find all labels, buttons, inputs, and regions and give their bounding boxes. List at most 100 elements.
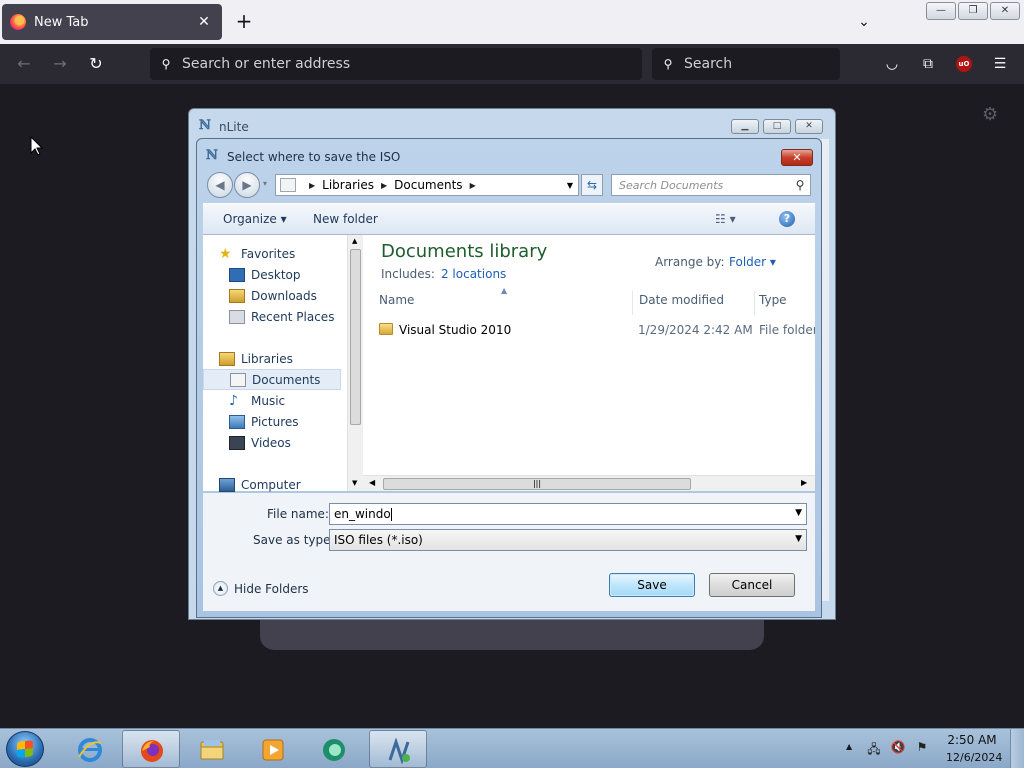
locations-link[interactable]: 2 locations: [441, 267, 506, 281]
pocket-icon[interactable]: ◡: [881, 54, 903, 74]
breadcrumb[interactable]: ▶ Libraries ▶ Documents ▶ ▼: [275, 174, 579, 196]
taskbar-nlite[interactable]: [369, 730, 427, 768]
minimize-button[interactable]: —: [926, 2, 956, 20]
nav-item-favorites[interactable]: ★ Favorites: [219, 243, 295, 264]
organize-button[interactable]: Organize ▾: [223, 212, 287, 226]
taskbar-firefox[interactable]: [122, 730, 180, 768]
tab-new-tab[interactable]: New Tab ✕: [2, 4, 222, 40]
nav-item-desktop[interactable]: Desktop: [229, 264, 301, 285]
scroll-thumb[interactable]: [350, 249, 361, 425]
breadcrumb-separator-icon[interactable]: ▶: [381, 181, 387, 190]
nlite-close-button[interactable]: ✕: [795, 119, 823, 134]
search-placeholder: Search Documents: [619, 178, 724, 192]
column-header-date-modified[interactable]: Date modified: [635, 291, 755, 315]
back-button[interactable]: ◀: [207, 172, 233, 198]
taskbar-media-player[interactable]: [244, 730, 302, 768]
hamburger-menu-icon[interactable]: ☰: [989, 54, 1011, 74]
show-desktop-button[interactable]: [1010, 729, 1024, 768]
nlite-logo-icon: ℕ: [206, 148, 218, 163]
forward-arrow-icon[interactable]: →: [46, 52, 74, 76]
column-header-name[interactable]: Name: [375, 291, 633, 315]
recent-locations-chevron-icon[interactable]: ▾: [263, 179, 267, 188]
nav-item-music[interactable]: ♪ Music: [229, 390, 285, 411]
recent-places-icon: [229, 309, 245, 324]
breadcrumb-separator-icon[interactable]: ▶: [470, 181, 476, 190]
windows-logo-icon: [17, 740, 33, 758]
scroll-up-icon[interactable]: ▲: [352, 237, 357, 245]
action-center-flag-icon[interactable]: ⚑: [914, 740, 930, 756]
column-header-type[interactable]: Type: [755, 291, 815, 315]
navigation-pane: ★ Favorites Desktop Downloads Recent Pla…: [203, 235, 363, 492]
clock-time[interactable]: 2:50 AM: [946, 733, 998, 747]
list-tabs-chevron-icon[interactable]: ⌄: [852, 10, 876, 34]
new-tab-button[interactable]: +: [232, 10, 256, 34]
taskbar-internet-explorer[interactable]: [61, 730, 119, 768]
videos-icon: [229, 435, 245, 450]
save-form: File name: en_windo ▼ Save as type: ISO …: [203, 493, 815, 611]
nlite-minimize-button[interactable]: ▁: [731, 119, 759, 134]
app-icon: [323, 739, 345, 761]
nlite-title: nLite: [219, 120, 249, 134]
breadcrumb-separator-icon[interactable]: ▶: [309, 181, 315, 190]
volume-muted-icon[interactable]: 🔇: [890, 740, 906, 756]
scroll-down-icon[interactable]: ▼: [352, 479, 357, 487]
restore-button[interactable]: ❐: [958, 2, 988, 20]
nav-item-documents[interactable]: Documents: [203, 369, 341, 390]
file-name-input[interactable]: en_windo ▼: [329, 503, 807, 525]
tab-close-icon[interactable]: ✕: [192, 14, 216, 30]
nav-label: Desktop: [251, 267, 301, 282]
ublock-origin-icon[interactable]: uO: [956, 56, 972, 72]
text-caret: [390, 508, 392, 521]
reload-icon[interactable]: ↻: [82, 52, 110, 76]
nav-scrollbar[interactable]: ▲ ▼: [347, 235, 363, 491]
scroll-thumb[interactable]: |||: [383, 478, 691, 490]
chevron-up-icon: ▲: [213, 581, 228, 596]
extensions-icon[interactable]: ⧉: [917, 54, 939, 74]
back-arrow-icon[interactable]: ←: [10, 52, 38, 76]
nlite-maximize-button[interactable]: □: [763, 119, 791, 134]
nav-item-computer[interactable]: Computer: [219, 474, 301, 495]
firefox-icon: [141, 740, 163, 762]
nav-item-pictures[interactable]: Pictures: [229, 411, 299, 432]
nav-item-downloads[interactable]: Downloads: [229, 285, 317, 306]
search-icon: ⚲: [161, 57, 171, 71]
show-hidden-icons-chevron-icon[interactable]: ▲: [846, 742, 852, 751]
hide-folders-button[interactable]: ▲ Hide Folders: [213, 581, 309, 596]
cancel-button[interactable]: Cancel: [709, 573, 795, 597]
network-icon[interactable]: 🖧: [866, 740, 882, 756]
clock-date[interactable]: 12/6/2024: [946, 751, 1002, 764]
address-dropdown-icon[interactable]: ▼: [562, 181, 578, 190]
save-as-type-dropdown-icon[interactable]: ▼: [795, 534, 802, 544]
taskbar-app[interactable]: [305, 730, 363, 768]
nav-item-recent-places[interactable]: Recent Places: [229, 306, 334, 327]
breadcrumb-libraries[interactable]: Libraries: [322, 178, 374, 192]
firefox-icon: [10, 14, 26, 30]
mouse-cursor-icon: [30, 136, 44, 156]
scroll-left-icon[interactable]: ◀: [369, 478, 375, 487]
change-view-icon[interactable]: ☷ ▾: [715, 212, 736, 226]
table-row[interactable]: Visual Studio 2010 1/29/2024 2:42 AM Fil…: [375, 321, 815, 343]
save-as-type-select[interactable]: ISO files (*.iso) ▼: [329, 529, 807, 551]
search-bar[interactable]: ⚲ Search: [652, 48, 840, 80]
horizontal-scrollbar[interactable]: ◀ ||| ▶: [363, 475, 815, 491]
search-documents-input[interactable]: Search Documents ⚲: [611, 174, 811, 196]
file-list-pane: Documents library Includes: 2 locations A…: [363, 235, 815, 491]
help-icon[interactable]: ?: [779, 211, 795, 227]
close-button[interactable]: ✕: [990, 2, 1020, 20]
breadcrumb-documents[interactable]: Documents: [394, 178, 462, 192]
gear-icon[interactable]: ⚙: [982, 104, 998, 125]
dialog-close-button[interactable]: ✕: [781, 149, 813, 166]
forward-button[interactable]: ▶: [234, 172, 260, 198]
arrange-by-dropdown[interactable]: Folder ▾: [729, 255, 776, 269]
taskbar-file-explorer[interactable]: [183, 730, 241, 768]
refresh-button[interactable]: ⇆: [581, 174, 603, 196]
library-includes: Includes: 2 locations: [381, 267, 506, 281]
scroll-right-icon[interactable]: ▶: [801, 478, 807, 487]
nav-item-videos[interactable]: Videos: [229, 432, 291, 453]
save-button[interactable]: Save: [609, 573, 695, 597]
file-name-dropdown-icon[interactable]: ▼: [795, 508, 802, 518]
nav-item-libraries[interactable]: Libraries: [219, 348, 293, 369]
new-folder-button[interactable]: New folder: [313, 212, 378, 226]
start-button[interactable]: [6, 731, 44, 767]
address-bar[interactable]: ⚲ Search or enter address: [150, 48, 642, 80]
